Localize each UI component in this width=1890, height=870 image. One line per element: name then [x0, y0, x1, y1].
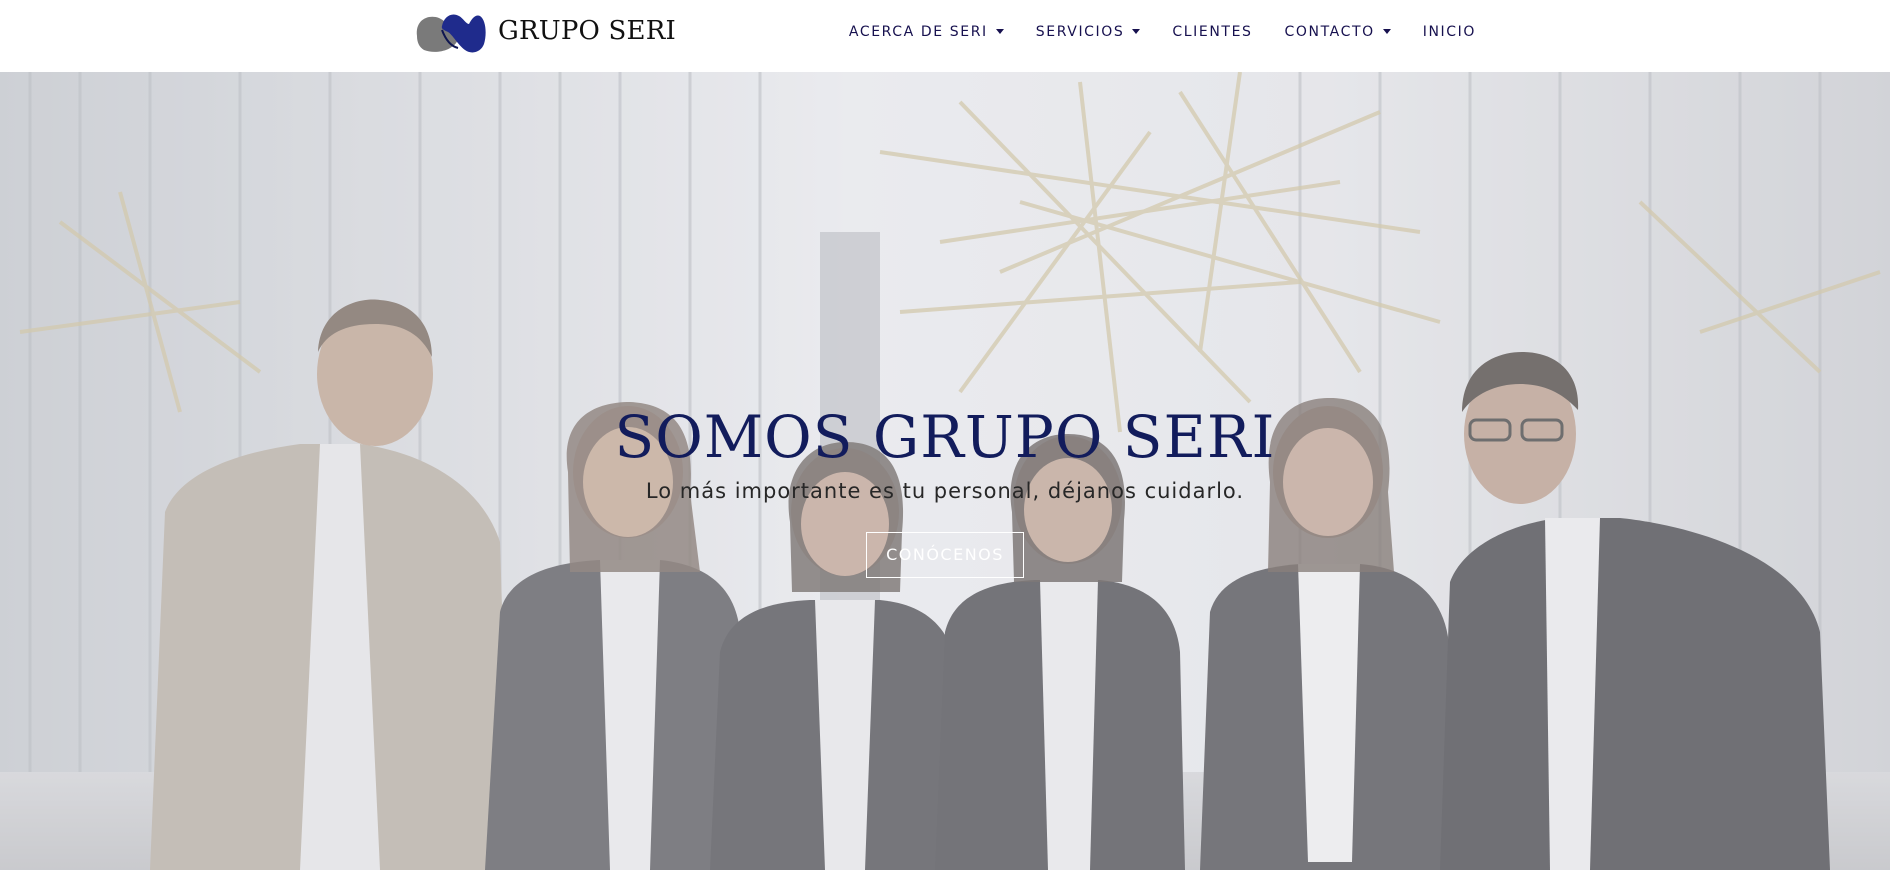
nav-item-label: ACERCA DE SERI: [848, 24, 988, 40]
caret-down-icon: [995, 28, 1004, 34]
caret-down-icon: [1132, 28, 1141, 34]
nav-item-acerca-de-seri[interactable]: ACERCA DE SERI: [833, 0, 1020, 64]
nav-item-label: SERVICIOS: [1035, 24, 1125, 40]
main-nav: ACERCA DE SERI SERVICIOS CLIENTES CONTAC…: [833, 0, 1492, 64]
hero-subtitle: Lo más importante es tu personal, déjano…: [645, 479, 1245, 503]
hero-section: SOMOS GRUPO SERI Lo más importante es tu…: [0, 72, 1890, 870]
nav-item-label: CONTACTO: [1284, 24, 1375, 40]
caret-down-icon: [1382, 28, 1391, 34]
top-navbar: GRUPO SERI ACERCA DE SERI SERVICIOS CLIE…: [0, 0, 1890, 72]
grupo-seri-logo-icon: [416, 14, 486, 53]
nav-item-label: INICIO: [1422, 24, 1476, 40]
hero-title: SOMOS GRUPO SERI: [614, 403, 1276, 471]
nav-item-servicios[interactable]: SERVICIOS: [1020, 0, 1157, 64]
nav-item-clientes[interactable]: CLIENTES: [1156, 0, 1268, 64]
nav-item-label: CLIENTES: [1172, 24, 1253, 40]
nav-item-contacto[interactable]: CONTACTO: [1269, 0, 1407, 64]
nav-item-inicio[interactable]: INICIO: [1407, 0, 1492, 64]
hero-content: SOMOS GRUPO SERI Lo más importante es tu…: [0, 398, 1890, 578]
brand-name: GRUPO SERI: [498, 16, 676, 46]
conocenos-button[interactable]: CONÓCENOS: [866, 532, 1024, 578]
brand-link[interactable]: GRUPO SERI: [412, 8, 676, 54]
